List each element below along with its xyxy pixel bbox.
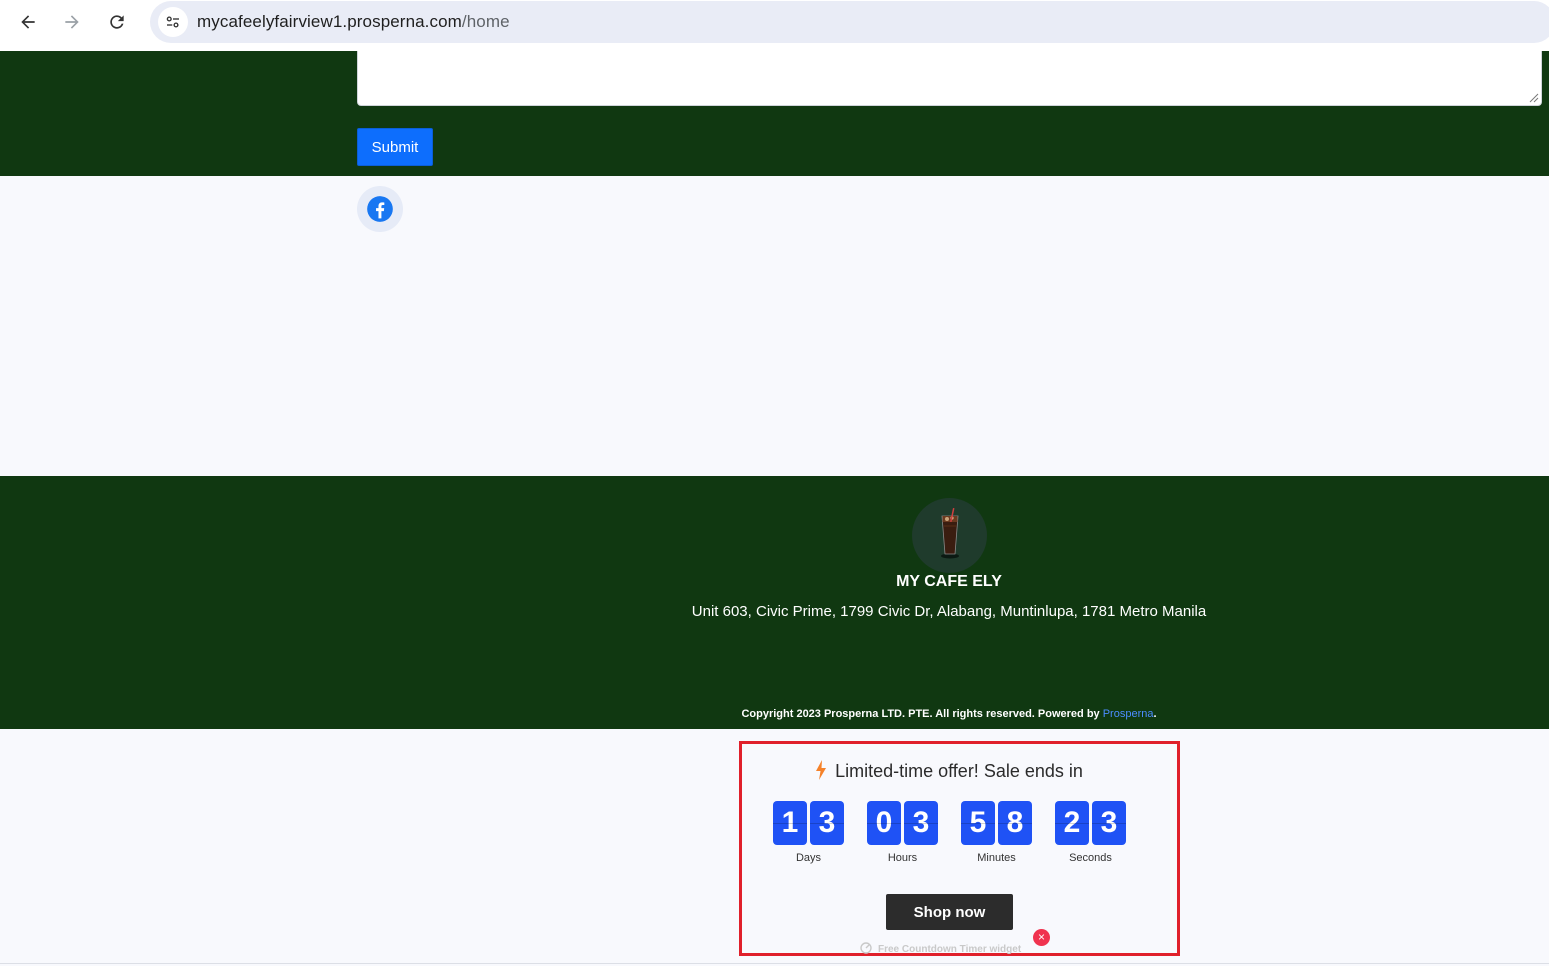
minutes-digit-1: 5 — [961, 801, 995, 845]
browser-toolbar: mycafeelyfairview1.prosperna.com/home — [0, 0, 1549, 51]
shop-now-button[interactable]: Shop now — [886, 894, 1013, 930]
url-path: /home — [461, 12, 510, 31]
lightning-icon — [816, 760, 827, 780]
reload-button[interactable] — [101, 6, 133, 38]
submit-button[interactable]: Submit — [357, 128, 433, 166]
timer-seconds: 2 3 Seconds — [1055, 801, 1126, 864]
timer-logo-icon — [860, 942, 872, 954]
hours-digit-2: 3 — [904, 801, 938, 845]
prosperna-link[interactable]: Prosperna — [1103, 708, 1154, 720]
copyright-prefix: Copyright 2023 Prosperna LTD. PTE. All r… — [741, 708, 1103, 720]
tune-icon — [166, 16, 179, 28]
address-bar[interactable]: mycafeelyfairview1.prosperna.com/home — [150, 1, 1549, 43]
site-info-button[interactable] — [158, 7, 188, 37]
minutes-label: Minutes — [977, 852, 1016, 864]
store-name: MY CAFE ELY — [896, 573, 1002, 590]
days-digit-2: 3 — [810, 801, 844, 845]
store-address: Unit 603, Civic Prime, 1799 Civic Dr, Al… — [691, 603, 1207, 620]
back-button[interactable] — [12, 6, 44, 38]
close-widget-button[interactable]: × — [1033, 929, 1050, 946]
resize-grip-icon[interactable] — [1529, 93, 1539, 103]
seconds-digit-1: 2 — [1055, 801, 1089, 845]
copyright-suffix: . — [1153, 708, 1157, 720]
arrow-right-icon — [65, 15, 79, 29]
iced-coffee-icon — [941, 508, 959, 559]
forward-button[interactable] — [56, 6, 88, 38]
hours-label: Hours — [887, 852, 918, 864]
seconds-digits: 2 3 — [1055, 801, 1126, 845]
page-bottom-divider — [0, 963, 1549, 964]
store-logo[interactable] — [912, 498, 987, 573]
days-label: Days — [795, 852, 822, 864]
countdown-title-text: Limited-time offer! Sale ends in — [835, 761, 1083, 781]
timer-hours: 0 3 Hours — [867, 801, 938, 864]
hours-digit-1: 0 — [867, 801, 901, 845]
days-digits: 1 3 — [773, 801, 844, 845]
widget-credit[interactable]: Free Countdown Timer widget — [860, 942, 1021, 955]
url-text: mycafeelyfairview1.prosperna.com/home — [197, 12, 510, 32]
seconds-digit-2: 3 — [1092, 801, 1126, 845]
contact-form-section: Submit — [0, 51, 1549, 176]
arrow-left-icon — [21, 15, 35, 29]
facebook-icon — [367, 196, 393, 222]
timer-days: 1 3 Days — [773, 801, 844, 864]
minutes-digit-2: 8 — [998, 801, 1032, 845]
minutes-digits: 5 8 — [961, 801, 1032, 845]
days-digit-1: 1 — [773, 801, 807, 845]
message-textarea[interactable] — [357, 51, 1542, 106]
site-footer: MY CAFE ELY Unit 603, Civic Prime, 1799 … — [0, 476, 1549, 729]
widget-credit-text: Free Countdown Timer widget — [878, 944, 1022, 955]
copyright-text: Copyright 2023 Prosperna LTD. PTE. All r… — [0, 708, 1549, 720]
seconds-label: Seconds — [1069, 852, 1112, 864]
url-domain: mycafeelyfairview1.prosperna.com — [197, 12, 462, 31]
facebook-link[interactable] — [357, 186, 403, 232]
hours-digits: 0 3 — [867, 801, 938, 845]
timer-minutes: 5 8 Minutes — [961, 801, 1032, 864]
reload-icon — [110, 15, 124, 29]
countdown-title: Limited-time offer! Sale ends in — [0, 760, 1549, 782]
